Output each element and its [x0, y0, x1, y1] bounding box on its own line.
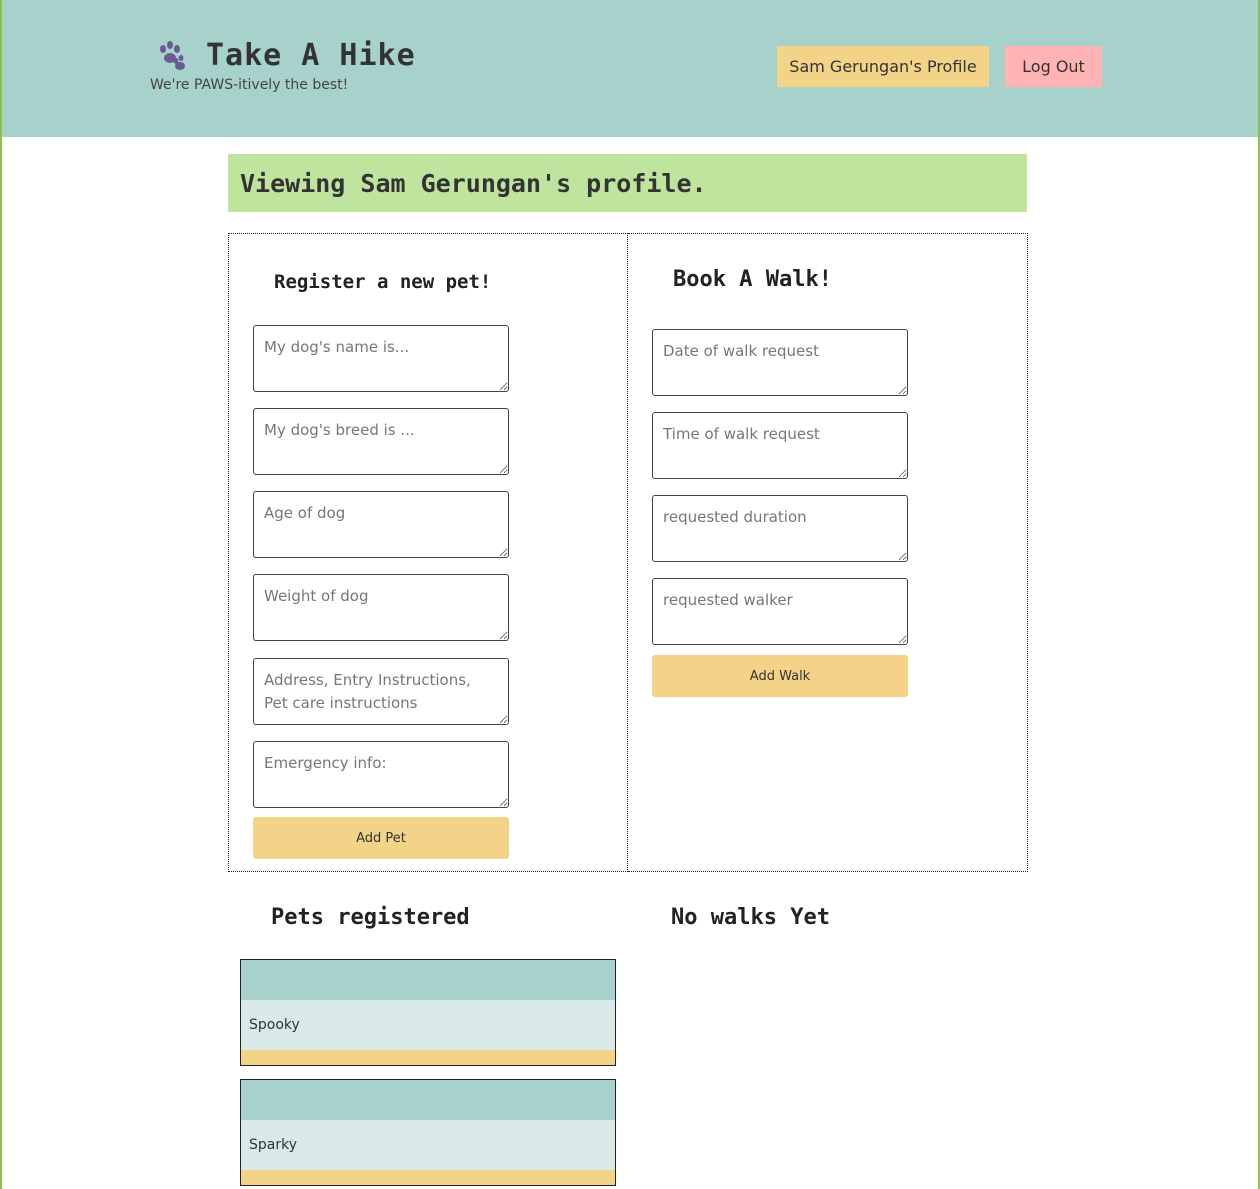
walk-duration-field[interactable]: [652, 495, 908, 562]
book-walk-title: Book A Walk!: [673, 267, 832, 292]
dog-age-field[interactable]: [253, 491, 509, 558]
site-header: Take A Hike We're PAWS-itively the best!…: [2, 0, 1258, 137]
pet-name: Spooky: [241, 1000, 615, 1050]
walk-walker-field[interactable]: [652, 578, 908, 645]
book-walk-panel: Book A Walk! Add Walk: [628, 233, 1028, 872]
banner-text: Viewing Sam Gerungan's profile.: [240, 168, 707, 198]
pet-name: Sparky: [241, 1120, 615, 1170]
pets-registered-title: Pets registered: [271, 905, 470, 930]
pet-card-header: [241, 1080, 615, 1120]
pet-card[interactable]: Spooky: [240, 959, 616, 1066]
pet-card[interactable]: Sparky: [240, 1079, 616, 1186]
register-pet-panel: Register a new pet! Add Pet: [228, 233, 628, 872]
walk-time-field[interactable]: [652, 412, 908, 479]
walk-date-field[interactable]: [652, 329, 908, 396]
add-pet-button[interactable]: Add Pet: [253, 817, 509, 859]
pet-card-footer: [241, 1170, 615, 1185]
profile-button[interactable]: Sam Gerungan's Profile: [777, 46, 989, 87]
logout-button[interactable]: Log Out: [1005, 46, 1102, 87]
brand-row: Take A Hike: [148, 38, 416, 73]
add-walk-button[interactable]: Add Walk: [652, 655, 908, 697]
brand: Take A Hike We're PAWS-itively the best!: [148, 38, 416, 93]
paw-icon: [154, 39, 188, 73]
pet-card-header: [241, 960, 615, 1000]
no-walks-title: No walks Yet: [671, 905, 830, 930]
dog-name-field[interactable]: [253, 325, 509, 392]
pet-card-footer: [241, 1050, 615, 1065]
address-instructions-field[interactable]: [253, 658, 509, 725]
site-title: Take A Hike: [206, 38, 416, 73]
site-tagline: We're PAWS-itively the best!: [150, 77, 349, 93]
register-pet-title: Register a new pet!: [274, 271, 492, 293]
forms-container: Register a new pet! Add Pet Book A Walk!…: [228, 233, 1028, 872]
profile-banner: Viewing Sam Gerungan's profile.: [228, 154, 1027, 212]
dog-weight-field[interactable]: [253, 574, 509, 641]
emergency-info-field[interactable]: [253, 741, 509, 808]
dog-breed-field[interactable]: [253, 408, 509, 475]
